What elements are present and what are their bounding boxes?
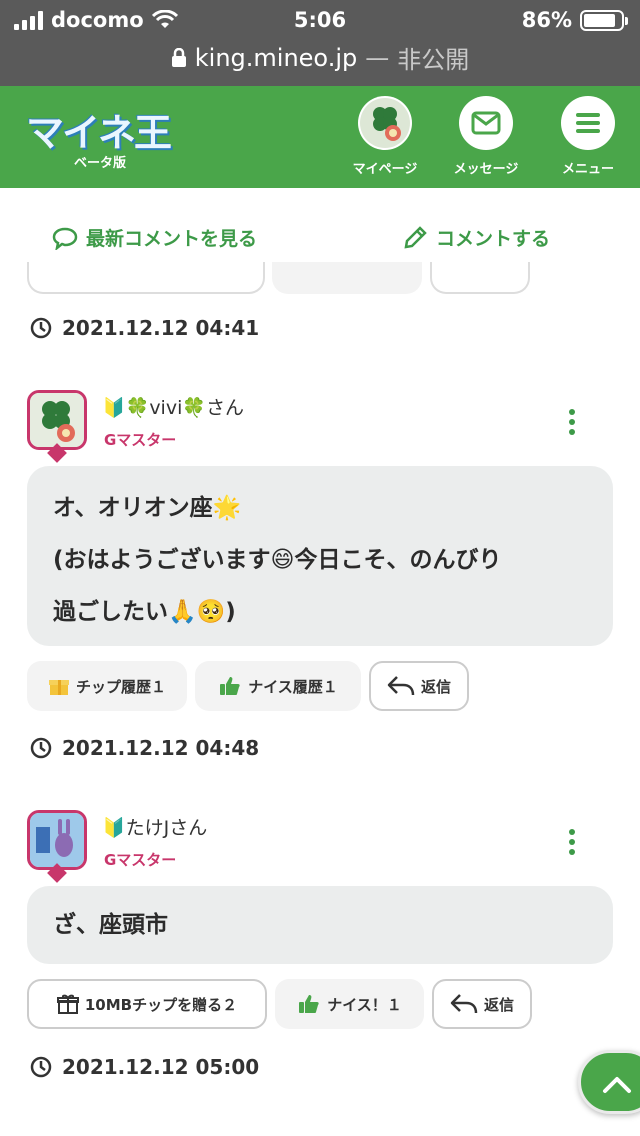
comment-body: ざ、座頭市 (27, 886, 613, 964)
comment-actions: 最新コメントを見る コメントする (0, 210, 640, 266)
timestamp-text: 2021.12.12 04:41 (62, 316, 260, 340)
send-tip-button[interactable]: 10MBチップを贈る２ (27, 979, 267, 1029)
message-button[interactable]: メッセージ (446, 96, 526, 177)
latest-comments-label: 最新コメントを見る (86, 228, 258, 250)
scroll-to-top-button[interactable] (578, 1050, 640, 1114)
comment-line: (おはようございます😄今日こそ、のんびり (53, 547, 502, 573)
nice-label: ナイス！１ (327, 995, 402, 1014)
mail-icon (471, 111, 501, 135)
nav-label-menu: メニュー (561, 162, 614, 177)
comment-line: オ、オリオン座🌟 (53, 495, 242, 521)
clock-icon (30, 1056, 52, 1078)
reply-label: 返信 (483, 995, 514, 1014)
comment-timestamp: 2021.12.12 04:41 (30, 316, 259, 340)
mypage-button[interactable]: マイページ (345, 96, 425, 177)
tip-history-button[interactable]: チップ履歴１ (27, 661, 187, 711)
status-bar: docomo 5:06 86% (0, 6, 640, 36)
gift-icon (56, 994, 79, 1014)
url-domain: king.mineo.jp (194, 43, 358, 72)
clock-icon (30, 737, 52, 759)
site-header: マイネ王 ベータ版 マイページ メッセージ メニュー (0, 86, 640, 188)
nice-history-label: ナイス履歴１ (248, 677, 338, 696)
url-separator: — (365, 43, 390, 72)
tip-history-label: チップ履歴１ (75, 677, 166, 696)
clover-avatar-icon (30, 393, 84, 447)
comment-line: ざ、座頭市 (53, 912, 168, 938)
url-privacy-label: 非公開 (397, 46, 470, 74)
user-rank-badge: Gマスター (104, 431, 177, 449)
previous-nice-button[interactable] (272, 262, 422, 294)
thumbs-up-icon (299, 995, 319, 1013)
nav-label-mypage: マイページ (352, 162, 418, 177)
previous-reply-button[interactable] (430, 262, 530, 294)
logo-text: マイネ王 (26, 111, 172, 155)
battery-percent: 86% (521, 8, 572, 32)
reply-button[interactable]: 返信 (369, 661, 469, 711)
clover-avatar-icon (360, 98, 410, 148)
nice-history-button[interactable]: ナイス履歴１ (195, 661, 361, 711)
reply-label: 返信 (420, 677, 451, 696)
more-options-icon[interactable] (569, 829, 577, 859)
hamburger-menu-icon (576, 113, 600, 133)
reply-arrow-icon (387, 676, 415, 696)
menu-button[interactable]: メニュー (548, 96, 628, 177)
speech-bubble-icon (52, 227, 78, 250)
nice-button[interactable]: ナイス！１ (275, 979, 424, 1029)
write-comment-link[interactable]: コメントする (402, 224, 550, 251)
comment-line: 過ごしたい🙏🥺) (53, 599, 236, 625)
reply-arrow-icon (450, 994, 478, 1014)
lock-icon (171, 47, 186, 67)
logo-beta-label: ベータ版 (74, 156, 127, 171)
avatar (358, 96, 412, 150)
pencil-icon (404, 225, 427, 249)
comment-username[interactable]: 🔰たけJさん (102, 813, 207, 840)
more-options-icon[interactable] (569, 409, 577, 439)
browser-top-bar: docomo 5:06 86% king.mineo.jp — 非公開 (0, 0, 640, 86)
comment-username[interactable]: 🔰🍀vivi🍀さん (102, 393, 244, 420)
user-rank-badge: Gマスター (104, 851, 177, 869)
previous-tip-button[interactable] (27, 262, 265, 294)
clock-icon (30, 317, 52, 339)
latest-comments-link[interactable]: 最新コメントを見る (52, 224, 257, 251)
avatar[interactable] (27, 390, 87, 450)
reply-button[interactable]: 返信 (432, 979, 532, 1029)
rabbit-avatar-icon (30, 813, 84, 867)
chevron-up-icon (603, 1077, 631, 1093)
timestamp-text: 2021.12.12 04:48 (62, 736, 260, 760)
gift-icon (48, 680, 69, 695)
site-logo[interactable]: マイネ王 ベータ版 (26, 102, 176, 172)
write-comment-label: コメントする (436, 228, 551, 250)
comment-timestamp: 2021.12.12 05:00 (30, 1055, 259, 1079)
timestamp-text: 2021.12.12 05:00 (62, 1055, 260, 1079)
nav-label-message: メッセージ (453, 162, 519, 177)
avatar[interactable] (27, 810, 87, 870)
battery-icon (580, 9, 628, 31)
thumbs-up-icon (220, 677, 240, 695)
comment-body: オ、オリオン座🌟 (おはようございます😄今日こそ、のんびり 過ごしたい🙏🥺) (27, 466, 613, 646)
comment-timestamp: 2021.12.12 04:48 (30, 736, 259, 760)
address-bar[interactable]: king.mineo.jp — 非公開 (0, 40, 640, 75)
send-tip-label: 10MBチップを贈る２ (84, 995, 238, 1014)
